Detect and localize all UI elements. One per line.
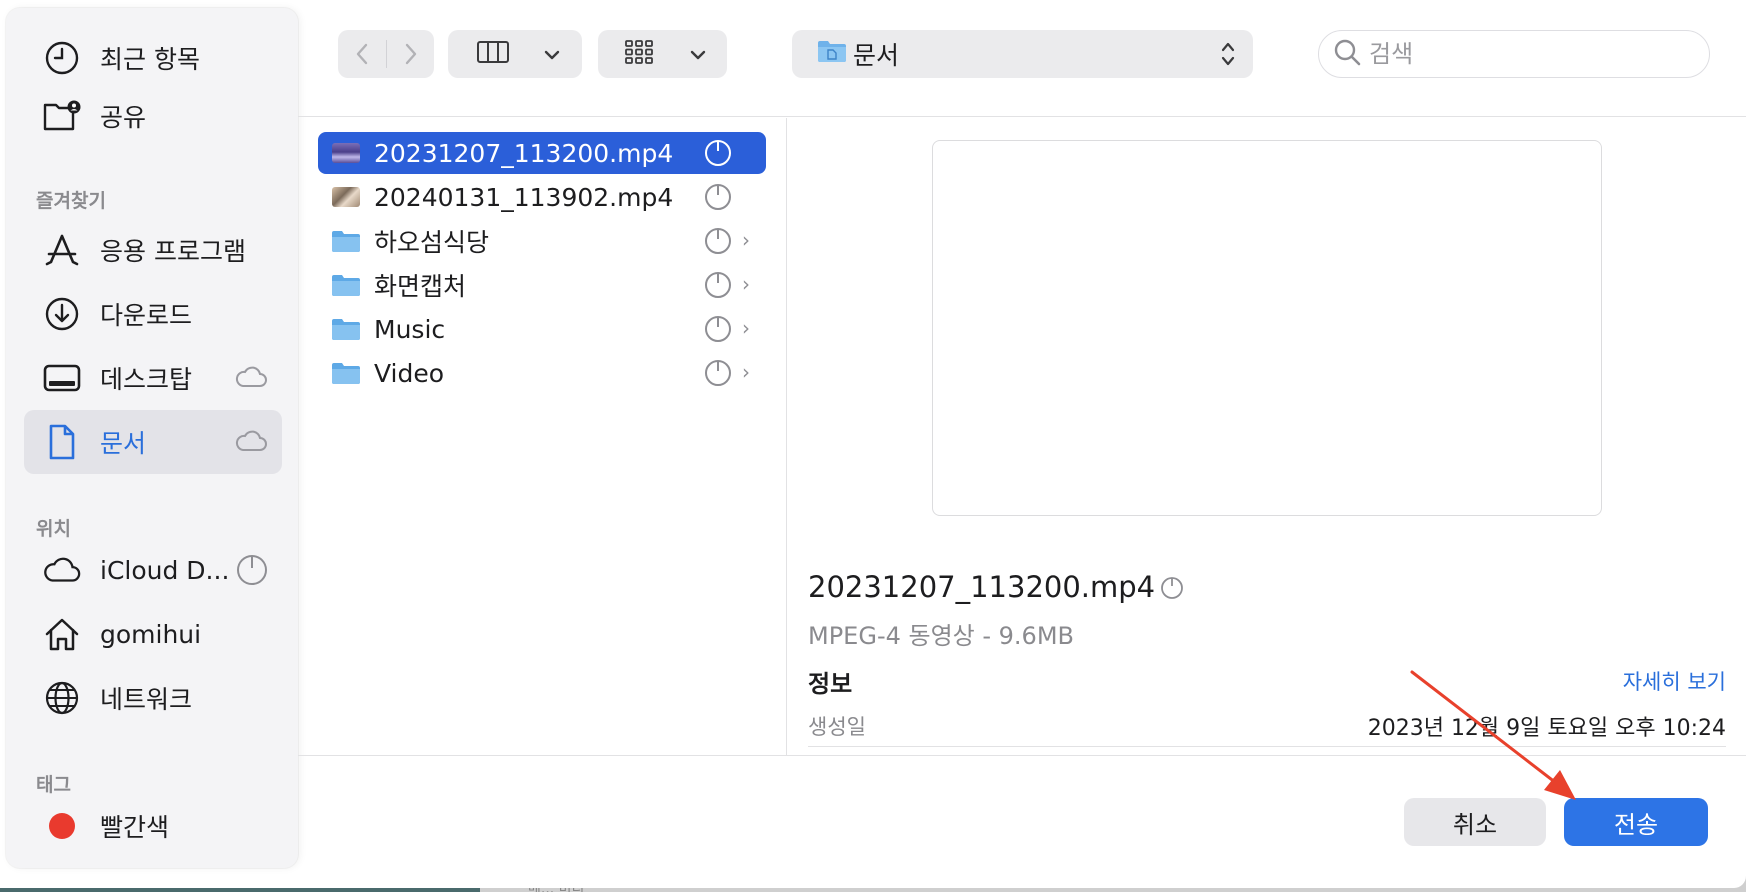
sidebar-item-label: 응용 프로그램 [100,237,246,266]
cloud-icon [42,550,82,590]
search-icon [1333,38,1361,70]
cloud-status-icon [704,315,732,349]
sidebar-item-recent[interactable]: 최근 항목 [24,26,282,90]
red-tag-icon [42,806,82,846]
file-row-video-1[interactable]: 20231207_113200.mp4 [318,132,766,174]
grid-icon [624,39,654,69]
search-field[interactable] [1318,30,1710,78]
divider [808,746,1726,747]
sidebar-item-shared[interactable]: 공유 [24,84,282,148]
navigation-buttons [338,30,434,78]
folder-row-1[interactable]: 하오섬식당 › [318,220,766,262]
created-label: 생성일 [808,715,866,739]
sidebar-item-label: iCloud D... [100,555,230,585]
home-icon [42,614,82,654]
sidebar-item-label: 네트워크 [100,685,193,714]
applications-icon [42,230,82,270]
chevron-right-icon: › [742,360,750,384]
column-view-icon [476,40,510,68]
sidebar-item-desktop[interactable]: 데스크탑 [24,346,282,410]
created-value: 2023년 12월 9일 토요일 오후 10:24 [1367,716,1726,741]
divider [298,116,1746,117]
sidebar-item-icloud-drive[interactable]: iCloud D... [24,538,282,602]
sidebar-item-home[interactable]: gomihui [24,602,282,666]
group-by-button[interactable] [598,30,727,78]
chevron-right-icon: › [742,272,750,296]
favorites-header: 즐겨찾기 [36,190,106,212]
sidebar-item-label: 최근 항목 [100,45,200,74]
sync-status-icon [236,554,268,592]
search-input[interactable] [1369,40,1689,68]
folder-row-2[interactable]: 화면캡처 › [318,264,766,306]
folder-icon [331,317,361,341]
cloud-status-icon [704,183,732,217]
back-button[interactable] [338,42,386,66]
file-name: 화면캡처 [374,272,467,301]
sidebar-item-documents[interactable]: 문서 [24,410,282,474]
icloud-icon [234,365,268,395]
sidebar-item-label: gomihui [100,619,202,649]
chevron-right-icon: › [742,228,750,252]
file-name: 20231207_113200.mp4 [374,138,674,168]
location-label: 문서 [853,41,900,70]
locations-header: 위치 [36,518,71,540]
preview-thumbnail [932,140,1602,516]
folder-row-3[interactable]: Music › [318,308,766,350]
file-row-video-2[interactable]: 20240131_113902.mp4 [318,176,766,218]
chevron-right-icon: › [742,316,750,340]
clock-icon [42,38,82,78]
cloud-status-icon [704,271,732,305]
send-button[interactable]: 전송 [1564,798,1708,846]
file-name: 하오섬식당 [374,228,490,257]
globe-icon [42,678,82,718]
folder-icon [331,273,361,297]
sidebar-item-label: 데스크탑 [100,365,193,394]
open-file-dialog: 최근 항목 공유 즐겨찾기 응용 프로그램 다운로드 데스크탑 문서 위치 iC… [0,0,1746,888]
icloud-icon [234,429,268,459]
sidebar-item-network[interactable]: 네트워크 [24,666,282,730]
file-name: Video [374,358,445,388]
file-name: Music [374,314,446,344]
forward-button[interactable] [387,42,434,66]
chevron-down-icon [690,45,706,64]
column-divider [786,118,787,756]
cloud-status-icon [704,359,732,393]
location-popup[interactable]: 문서 [792,30,1253,78]
sidebar-item-tag-red[interactable]: 빨간색 [24,794,282,858]
cloud-status-icon [1160,576,1184,604]
folder-row-4[interactable]: Video › [318,352,766,394]
download-icon [42,294,82,334]
sidebar-item-label: 빨간색 [100,813,170,842]
updown-chevron-icon [1221,40,1235,74]
documents-folder-icon [817,39,847,69]
cloud-status-icon [704,227,732,261]
info-header: 정보 [808,670,853,698]
sidebar-item-label: 공유 [100,103,147,132]
desktop-icon [42,358,82,398]
cloud-status-icon [704,139,732,173]
document-icon [42,422,82,462]
view-mode-button[interactable] [448,30,582,78]
cancel-button[interactable]: 취소 [1404,798,1546,846]
sidebar-item-label: 문서 [100,429,147,458]
video-thumbnail-icon [332,143,360,163]
shared-folder-icon [42,96,82,136]
folder-icon [331,361,361,385]
divider [298,755,1746,756]
folder-icon [331,229,361,253]
sidebar-item-label: 다운로드 [100,301,193,330]
preview-subtitle: MPEG-4 동영상 - 9.6MB [808,622,1074,650]
video-thumbnail-icon [332,187,360,207]
sidebar-item-applications[interactable]: 응용 프로그램 [24,218,282,282]
sidebar-item-downloads[interactable]: 다운로드 [24,282,282,346]
tags-header: 태그 [36,774,71,796]
sidebar: 최근 항목 공유 즐겨찾기 응용 프로그램 다운로드 데스크탑 문서 위치 iC… [6,8,298,868]
show-more-link[interactable]: 자세히 보기 [1623,666,1726,696]
chevron-down-icon [544,45,560,64]
file-name: 20240131_113902.mp4 [374,182,674,212]
preview-title: 20231207_113200.mp4 [808,570,1156,604]
